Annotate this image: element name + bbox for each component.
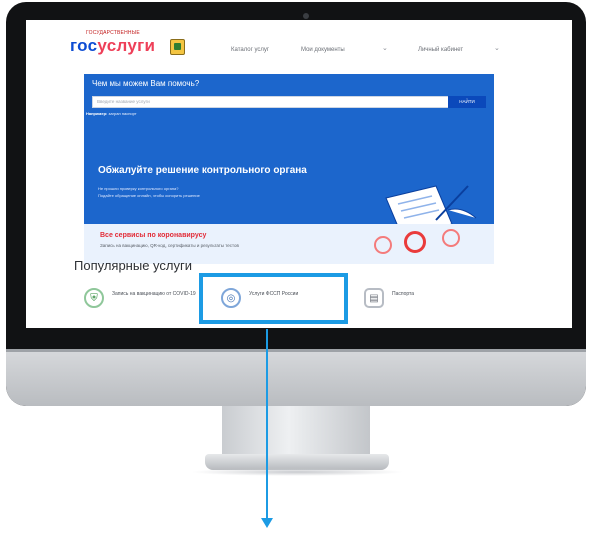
- covid-banner-title: Все сервисы по коронавирусу: [100, 232, 207, 239]
- logo-part-gos: гос: [70, 36, 98, 55]
- virus-icon: [374, 236, 392, 254]
- search-placeholder: Введите название услуги: [97, 99, 150, 104]
- highlight-frame: [199, 273, 348, 324]
- site-header: ГОСУДАРСТВЕННЫЕ госуслуги Каталог услуг …: [26, 20, 572, 74]
- stand-shadow: [190, 468, 404, 476]
- nav-catalog[interactable]: Каталог услуг: [231, 47, 269, 53]
- search-hero: Чем мы можем Вам помочь? Введите названи…: [84, 74, 494, 237]
- promo-title[interactable]: Обжалуйте решение контрольного органа: [98, 165, 307, 176]
- service-label: Паспорта: [392, 291, 415, 297]
- logo-part-uslugi: услуги: [97, 36, 156, 55]
- popular-services-heading: Популярные услуги: [74, 258, 192, 273]
- search-input[interactable]: Введите название услуги: [92, 96, 450, 108]
- arrow-line: [266, 329, 268, 521]
- arrow-down-icon: [261, 518, 273, 528]
- hero-title: Чем мы можем Вам помочь?: [92, 79, 200, 88]
- chevron-down-icon[interactable]: ⌄: [494, 44, 500, 52]
- monitor-chin: [6, 349, 586, 406]
- monitor-stand: [222, 406, 370, 458]
- virus-icon: [404, 231, 426, 253]
- search-example: Например: загран паспорт: [86, 111, 137, 116]
- regional-emblem-icon: [170, 39, 185, 55]
- passport-icon: ▤: [364, 288, 384, 308]
- chevron-down-icon[interactable]: ⌄: [382, 44, 388, 52]
- nav-documents[interactable]: Мои документы: [301, 47, 345, 53]
- virus-icon: [442, 229, 460, 247]
- covid-banner-subtitle: Запись на вакцинацию, QR-код, сертификат…: [100, 243, 239, 248]
- nav-account[interactable]: Личный кабинет: [418, 47, 463, 53]
- service-vaccination[interactable]: ⛨ Запись на вакцинацию от COVID-19: [84, 288, 204, 314]
- shield-icon: ⛨: [84, 288, 104, 308]
- camera-dot: [303, 13, 309, 19]
- promo-line-1: Не прошли проверку контрольного органа?: [98, 186, 179, 191]
- example-label: Например:: [86, 111, 108, 116]
- search-button[interactable]: НАЙТИ: [448, 96, 486, 108]
- chin-edge: [6, 349, 586, 352]
- promo-line-2: Подайте обращение онлайн, чтобы оспорить…: [98, 193, 200, 198]
- service-label: Запись на вакцинацию от COVID-19: [112, 291, 196, 297]
- site-logo[interactable]: госуслуги: [70, 36, 155, 56]
- example-link[interactable]: загран паспорт: [109, 111, 137, 116]
- service-passport[interactable]: ▤ Паспорта: [364, 288, 454, 314]
